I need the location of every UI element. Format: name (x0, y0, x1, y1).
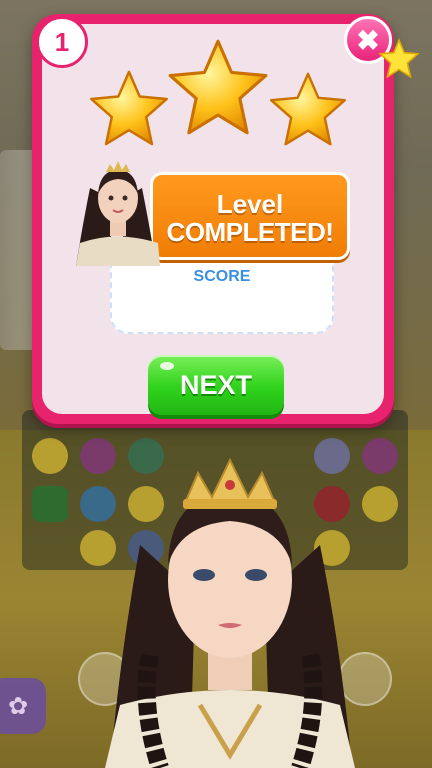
score-label: SCORE (193, 268, 251, 285)
star-icon-left (90, 70, 168, 146)
princess-character (105, 457, 355, 768)
princess-portrait (76, 161, 160, 266)
banner-title-line1: Level (216, 189, 284, 219)
sparkle-star-icon (378, 38, 420, 79)
star-icon-right (270, 72, 346, 146)
close-icon: ✖ (356, 24, 380, 56)
level-completed-banner: Level COMPLETED! (150, 172, 350, 260)
candy (32, 438, 68, 474)
next-button-label: NEXT (179, 369, 252, 400)
level-badge: 1 (36, 16, 88, 68)
button-shine (160, 362, 174, 370)
candy (32, 486, 68, 522)
level-number: 1 (54, 26, 70, 57)
score-panel: SCORE (110, 258, 334, 334)
next-button[interactable]: NEXT (148, 355, 284, 415)
side-menu-button[interactable]: ✿ (0, 678, 46, 734)
star-icon-center (168, 39, 268, 135)
flower-icon: ✿ (8, 692, 29, 720)
banner-title-line2: COMPLETED! (166, 217, 334, 247)
